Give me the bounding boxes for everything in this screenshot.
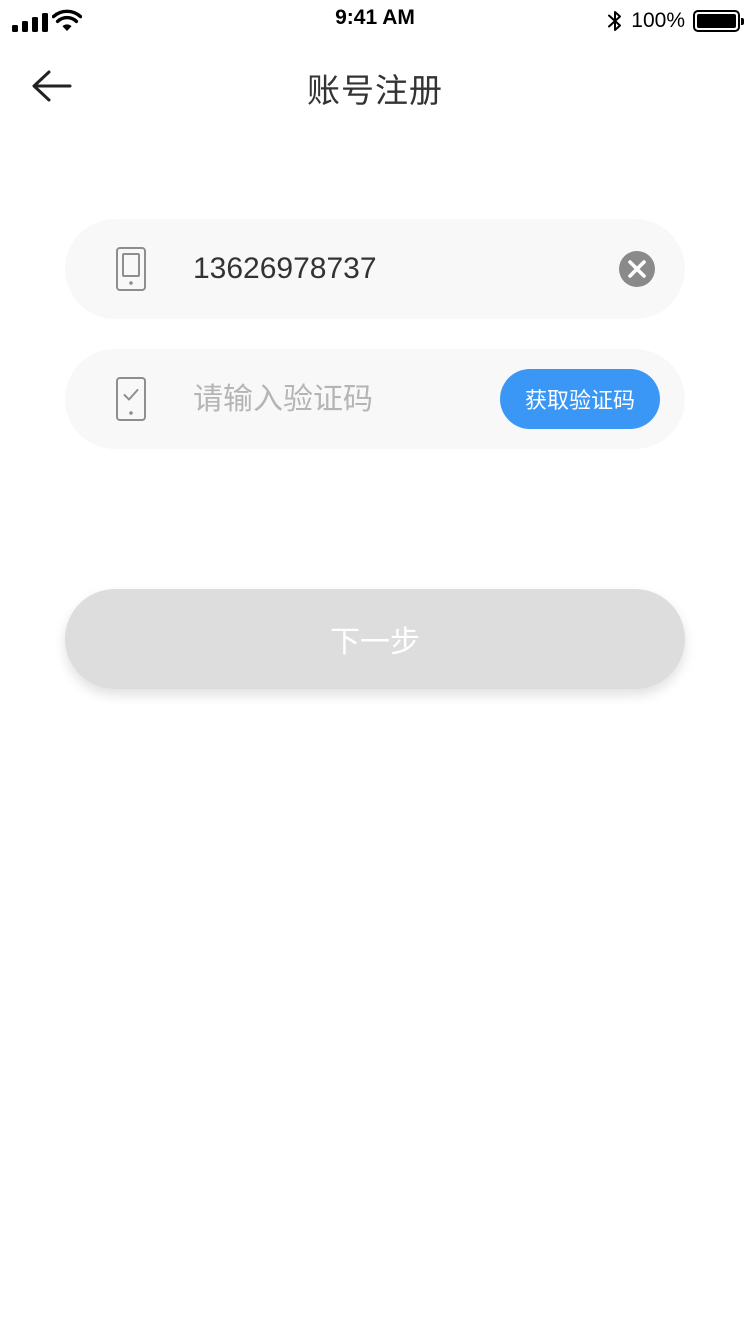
battery-cap xyxy=(741,18,744,25)
page-title: 账号注册 xyxy=(307,71,443,110)
phone-check-icon xyxy=(116,377,146,421)
clear-icon xyxy=(628,260,646,278)
clear-button[interactable] xyxy=(619,251,655,287)
phone-field xyxy=(65,219,685,319)
nav-bar: 账号注册 xyxy=(0,44,750,128)
battery-percent: 100% xyxy=(631,9,685,32)
code-input[interactable] xyxy=(193,374,483,424)
phone-input[interactable] xyxy=(193,244,553,294)
battery-fill xyxy=(697,14,736,28)
register-screen: 9:41 AM 100% 账号注册 13626978737 请输入验证码 获取验… xyxy=(0,0,750,1334)
bluetooth-icon xyxy=(608,11,622,31)
battery-icon xyxy=(693,10,744,32)
code-field: 获取验证码 xyxy=(65,349,685,449)
next-step-button[interactable]: 下一步 xyxy=(65,589,685,689)
get-code-button[interactable]: 获取验证码 xyxy=(500,369,660,429)
phone-icon xyxy=(116,247,146,291)
status-bar: 9:41 AM 100% xyxy=(0,0,750,40)
